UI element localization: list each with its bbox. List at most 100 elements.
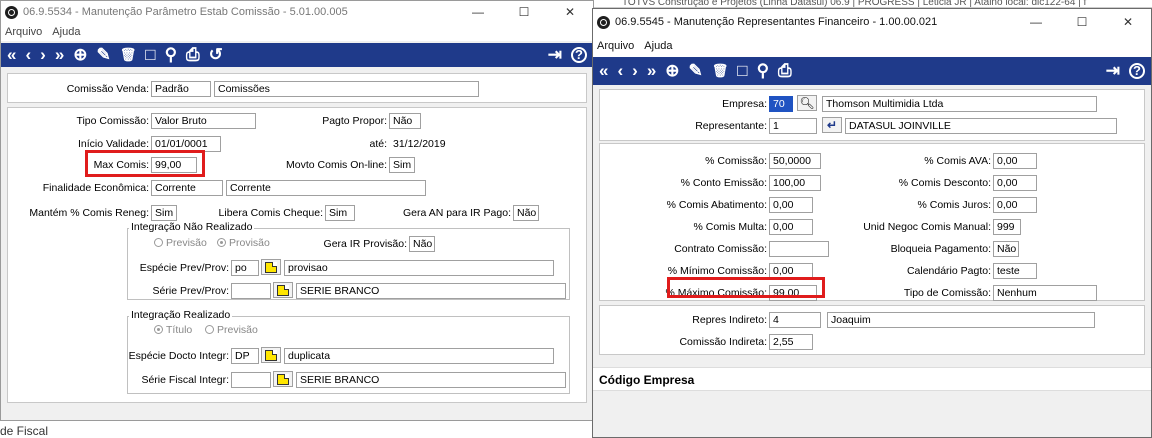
especie-prev-field[interactable]: po — [231, 260, 259, 276]
radio-circle-icon — [217, 238, 226, 247]
radio-previsao[interactable]: Previsão — [154, 237, 207, 249]
exit-icon[interactable]: ⇥ — [548, 44, 562, 66]
representante-zoom-button[interactable]: ↵ — [822, 117, 842, 133]
calendario-field[interactable]: teste — [993, 263, 1037, 279]
history-icon[interactable]: ↺ — [209, 44, 223, 66]
comissao-venda-label: Comissão Venda: — [66, 83, 149, 95]
comissao-indireta-field[interactable]: 2,55 — [769, 334, 813, 350]
realizado-title: Integração Realizado — [129, 309, 233, 321]
movto-field[interactable]: Sim — [389, 157, 415, 173]
radio-previsao-realizado[interactable]: Previsão — [205, 324, 258, 336]
comis-desconto-field[interactable]: 0,00 — [993, 175, 1037, 191]
delete-record-icon[interactable]: 🗑 — [712, 60, 729, 82]
conto-emissao-field[interactable]: 100,00 — [769, 175, 821, 191]
empresa-search-button[interactable]: 🔍︎ — [797, 95, 817, 111]
right-titlebar: 06.9.5545 - Manutenção Representantes Fi… — [593, 9, 1151, 35]
comis-multa-field[interactable]: 0,00 — [769, 219, 813, 235]
comis-desconto-label: % Comis Desconto: — [898, 177, 991, 189]
serie-fiscal-zoom-button[interactable] — [273, 371, 293, 387]
especie-docto-field[interactable]: DP — [231, 348, 259, 364]
left-titlebar: 06.9.5534 - Manutenção Parâmetro Estab C… — [1, 1, 593, 23]
tipo-field[interactable]: Nenhum — [993, 285, 1097, 301]
prev-record-icon[interactable]: ‹ — [617, 60, 623, 82]
background-text: de Fiscal — [0, 424, 49, 438]
contrato-field[interactable] — [769, 241, 829, 257]
maximo-highlight — [667, 277, 825, 298]
empresa-field[interactable]: 70 — [769, 96, 793, 112]
representante-label: Representante: — [695, 120, 767, 132]
gera-ir-field[interactable]: Não — [409, 236, 435, 252]
comissao-label: % Comissão: — [705, 155, 767, 167]
minimize-button[interactable]: — — [455, 5, 501, 19]
last-record-icon[interactable]: » — [647, 60, 656, 82]
menu-arquivo[interactable]: Arquivo — [597, 40, 634, 52]
menu-ajuda[interactable]: Ajuda — [644, 40, 672, 52]
bloqueia-field[interactable]: Não — [993, 241, 1019, 257]
next-record-icon[interactable]: › — [632, 60, 638, 82]
finalidade-label: Finalidade Econômica: — [42, 182, 149, 194]
right-menubar: Arquivo Ajuda — [593, 35, 1151, 57]
comis-juros-label: % Comis Juros: — [917, 199, 991, 211]
close-button[interactable]: ✕ — [1105, 15, 1151, 29]
tipo-comissao-field[interactable]: Valor Bruto — [151, 113, 256, 129]
mantem-field[interactable]: Sim — [151, 205, 177, 221]
first-record-icon[interactable]: « — [599, 60, 608, 82]
edit-record-icon[interactable]: ✎ — [97, 44, 111, 66]
left-window: 06.9.5534 - Manutenção Parâmetro Estab C… — [0, 0, 594, 421]
comissao-field[interactable]: 50,0000 — [769, 153, 821, 169]
comis-abatimento-field[interactable]: 0,00 — [769, 197, 813, 213]
delete-record-icon[interactable]: 🗑 — [120, 44, 137, 66]
gera-an-field[interactable]: Não — [513, 205, 539, 221]
radio-titulo[interactable]: Título — [154, 324, 192, 336]
edit-record-icon[interactable]: ✎ — [689, 60, 703, 82]
prev-record-icon[interactable]: ‹ — [25, 44, 31, 66]
print-icon[interactable]: ⎙ — [186, 44, 200, 66]
comis-juros-field[interactable]: 0,00 — [993, 197, 1037, 213]
unid-negoc-field[interactable]: 999 — [993, 219, 1021, 235]
comissao-venda-field[interactable]: Padrão — [151, 81, 211, 97]
help-icon[interactable]: ? — [571, 47, 587, 63]
search-icon[interactable]: ⚲ — [165, 44, 177, 66]
representante-field[interactable]: 1 — [769, 118, 817, 134]
maximize-button[interactable]: ☐ — [501, 5, 547, 19]
new-document-icon[interactable]: □ — [145, 44, 155, 66]
next-record-icon[interactable]: › — [40, 44, 46, 66]
new-document-icon[interactable]: □ — [737, 60, 747, 82]
exit-icon[interactable]: ⇥ — [1106, 60, 1120, 82]
serie-fiscal-field[interactable] — [231, 372, 271, 388]
add-record-icon[interactable]: ⊕ — [665, 60, 679, 82]
comis-ava-field[interactable]: 0,00 — [993, 153, 1037, 169]
search-icon[interactable]: ⚲ — [757, 60, 769, 82]
close-button[interactable]: ✕ — [547, 5, 593, 19]
help-icon[interactable]: ? — [1129, 63, 1145, 79]
ate-label: até: — [369, 138, 387, 150]
unid-negoc-label: Unid Negoc Comis Manual: — [863, 221, 991, 233]
max-comis-highlight — [85, 150, 205, 177]
menu-ajuda[interactable]: Ajuda — [52, 26, 80, 38]
maximize-button[interactable]: ☐ — [1059, 15, 1105, 29]
radio-circle-icon — [205, 325, 214, 334]
serie-prev-field[interactable] — [231, 283, 271, 299]
empresa-desc: Thomson Multimidia Ltda — [822, 96, 1097, 112]
especie-docto-zoom-button[interactable] — [261, 347, 281, 363]
pagto-propor-field[interactable]: Não — [389, 113, 421, 129]
print-icon[interactable]: ⎙ — [778, 60, 792, 82]
especie-prev-desc: provisao — [284, 260, 554, 276]
minimize-button[interactable]: — — [1013, 15, 1059, 29]
libera-field[interactable]: Sim — [325, 205, 355, 221]
repres-indireto-field[interactable]: 4 — [769, 312, 821, 328]
ate-field[interactable]: 31/12/2019 — [389, 136, 459, 152]
especie-docto-desc: duplicata — [284, 348, 554, 364]
first-record-icon[interactable]: « — [7, 44, 16, 66]
nao-realizado-title: Integração Não Realizado — [129, 221, 255, 233]
contrato-label: Contrato Comissão: — [674, 243, 767, 255]
add-record-icon[interactable]: ⊕ — [73, 44, 87, 66]
finalidade-field[interactable]: Corrente — [151, 180, 223, 196]
right-window-title: 06.9.5545 - Manutenção Representantes Fi… — [615, 16, 938, 28]
serie-prev-zoom-button[interactable] — [273, 282, 293, 298]
last-record-icon[interactable]: » — [55, 44, 64, 66]
left-menubar: Arquivo Ajuda — [1, 23, 593, 41]
menu-arquivo[interactable]: Arquivo — [5, 26, 42, 38]
radio-provisao[interactable]: Provisão — [217, 237, 270, 249]
especie-prev-zoom-button[interactable] — [261, 259, 281, 275]
